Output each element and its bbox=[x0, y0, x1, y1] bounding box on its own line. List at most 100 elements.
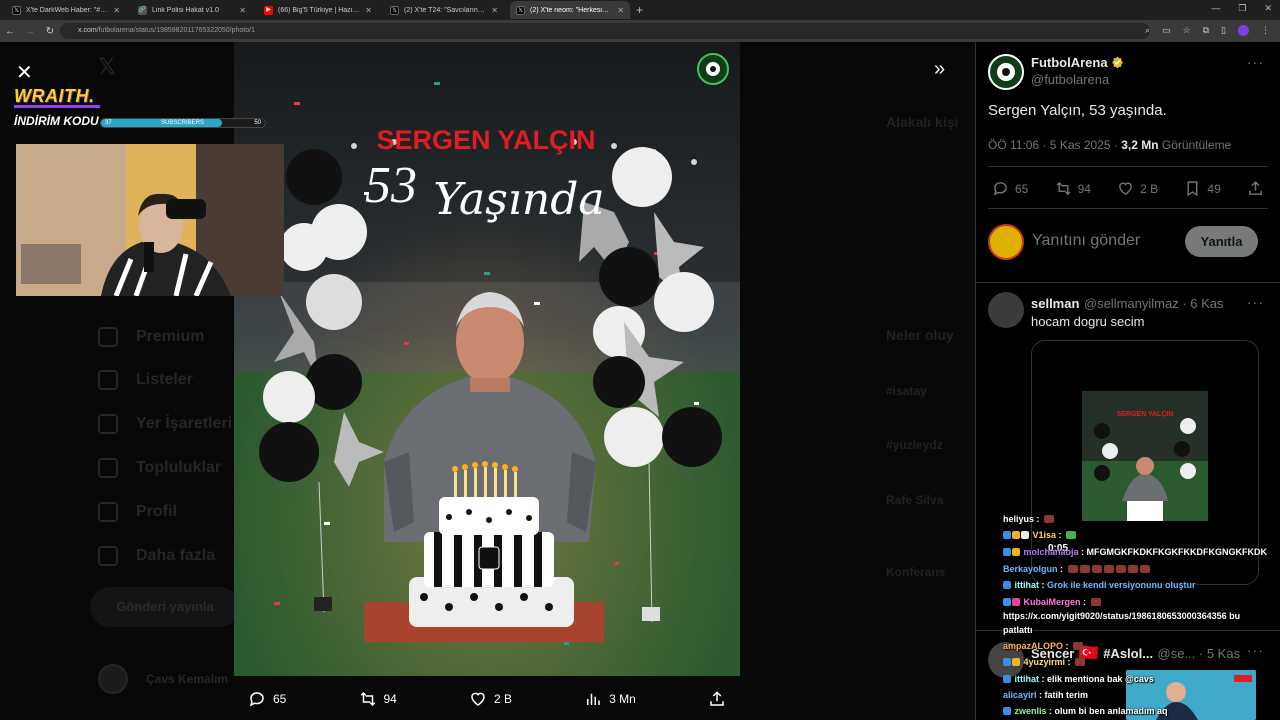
sidebar-item-more: Daha fazla bbox=[98, 546, 215, 566]
emote-icon bbox=[1075, 658, 1086, 666]
browser-tab-3[interactable]: 𝕏(2) X'te T24: "Savcıların gifresiyl✕ bbox=[384, 1, 504, 19]
communities-icon bbox=[98, 458, 118, 478]
share-icon bbox=[710, 691, 724, 706]
avatar[interactable] bbox=[988, 224, 1024, 260]
close-window-icon[interactable]: ✕ bbox=[1264, 3, 1272, 14]
share-icon bbox=[1249, 181, 1262, 195]
browser-tab-4[interactable]: 𝕏(2) X'te neom: "Herkesin aklına...✕ bbox=[510, 1, 630, 19]
views-count: 3,2 Mn bbox=[1121, 138, 1159, 152]
avatar[interactable] bbox=[988, 292, 1024, 328]
maximize-icon[interactable]: ❐ bbox=[1238, 3, 1246, 14]
ghost-trend: #isatay bbox=[886, 384, 927, 398]
badge-icon bbox=[1003, 548, 1011, 556]
views-action[interactable]: 3 Mn bbox=[584, 690, 636, 708]
views-chart-icon bbox=[587, 693, 600, 705]
close-tab-icon[interactable]: ✕ bbox=[365, 6, 372, 15]
sub-label: SUBSCRIBERS bbox=[161, 120, 205, 126]
x-logo-icon: 𝕏 bbox=[516, 5, 525, 15]
tweet-meta: ÖÖ 11:06 · 5 Kas 2025 · 3,2 Mn Görüntüle… bbox=[988, 138, 1232, 152]
heart-icon bbox=[1119, 182, 1133, 196]
badge-icon bbox=[1003, 531, 1011, 539]
close-media-icon[interactable]: ✕ bbox=[16, 60, 33, 85]
minimize-icon[interactable]: — bbox=[1211, 3, 1220, 14]
back-icon[interactable]: ← bbox=[0, 26, 20, 37]
browser-tab-1[interactable]: 🔗 Link Polisi Hakat v1.0 ✕ bbox=[132, 1, 252, 19]
chat-message: ampazALOPO : bbox=[1003, 641, 1084, 651]
bookmark-button[interactable]: 49 bbox=[1184, 180, 1221, 197]
x-logo-icon: 𝕏 bbox=[390, 5, 399, 15]
more-icon bbox=[98, 546, 118, 566]
bookmark-star-icon[interactable]: ☆ bbox=[1183, 25, 1191, 36]
brand-underline bbox=[14, 105, 100, 108]
divider bbox=[976, 282, 1280, 283]
badge-icon bbox=[1003, 581, 1011, 589]
more-options-icon[interactable]: ··· bbox=[1247, 642, 1264, 658]
repost-action[interactable]: 94 bbox=[359, 690, 397, 708]
browser-tab-bar: 𝕏X'te DarkWeb Haber: "#UefaMa✕ 🔗Link Pol… bbox=[0, 0, 1280, 20]
verified-badge-icon bbox=[1111, 56, 1123, 69]
menu-icon[interactable]: ⋮ bbox=[1261, 25, 1270, 36]
sub-current: 37 bbox=[105, 120, 112, 126]
author-name[interactable]: FutbolArena bbox=[1031, 55, 1108, 70]
ghost-heading: Alakalı kişi bbox=[886, 114, 959, 130]
sidebar-item-lists: Listeler bbox=[98, 370, 193, 390]
chat-message: molchanaoja : MFGMGKFKDKFKGKFKKDFKGNGKFK… bbox=[1003, 547, 1267, 557]
reply-text: hocam dogru secim bbox=[1031, 314, 1145, 329]
sidebar-icon[interactable]: ▯ bbox=[1221, 25, 1226, 36]
sidebar-item-communities: Topluluklar bbox=[98, 458, 221, 478]
extensions-icon[interactable]: ⧉ bbox=[1203, 25, 1209, 36]
chat-message: V1isa : bbox=[1003, 530, 1077, 540]
reply-action[interactable]: 65 bbox=[248, 690, 286, 708]
author-handle[interactable]: @futbolarena bbox=[1031, 72, 1124, 87]
reply-button[interactable]: 65 bbox=[992, 180, 1028, 197]
chat-message: 4yuzyirmi : bbox=[1003, 657, 1086, 667]
photo-script-text: Yaşında bbox=[433, 174, 604, 225]
badge-icon bbox=[1003, 658, 1011, 666]
like-action[interactable]: 2 B bbox=[469, 690, 512, 708]
zoom-icon[interactable]: ⌕ bbox=[1145, 25, 1150, 36]
avatar[interactable] bbox=[988, 54, 1024, 90]
close-tab-icon[interactable]: ✕ bbox=[617, 6, 624, 15]
close-tab-icon[interactable]: ✕ bbox=[113, 6, 120, 15]
like-button[interactable]: 2 B bbox=[1117, 180, 1158, 197]
close-tab-icon[interactable]: ✕ bbox=[491, 6, 498, 15]
reply-media-image: SERGEN YALÇIN bbox=[1082, 391, 1208, 521]
cast-icon[interactable]: ▭ bbox=[1162, 25, 1171, 36]
emote-icon bbox=[1091, 565, 1102, 573]
url-field[interactable]: x.com/futbolarena/status/198598201176532… bbox=[60, 23, 1150, 39]
profile-avatar-icon[interactable] bbox=[1238, 25, 1249, 36]
thumbnail-art: SERGEN YALÇIN bbox=[1082, 391, 1208, 521]
reply-input[interactable]: Yanıtını gönder bbox=[1032, 232, 1140, 250]
forward-icon[interactable]: → bbox=[20, 26, 40, 37]
collapse-panel-icon[interactable]: » bbox=[934, 58, 945, 81]
divider bbox=[988, 208, 1268, 209]
webcam-image bbox=[16, 144, 284, 296]
emote-icon bbox=[1127, 565, 1138, 573]
tweet-stats: 65 94 2 B 49 bbox=[992, 180, 1264, 197]
reply-submit-button[interactable]: Yanıtla bbox=[1185, 226, 1258, 257]
subscriber-goal-bar: 37 SUBSCRIBERS 50 bbox=[100, 118, 266, 128]
tweet-photo[interactable]: SERGEN YALÇIN 53 Yaşında bbox=[234, 42, 740, 676]
heart-icon bbox=[471, 692, 485, 706]
more-options-icon[interactable]: ··· bbox=[1247, 54, 1264, 70]
new-tab-icon[interactable]: + bbox=[636, 3, 643, 17]
window-controls: — ❐ ✕ bbox=[1211, 3, 1272, 14]
chat-message: ittihat : Grok ile kendi versiyonunu olu… bbox=[1003, 580, 1196, 590]
photo-action-bar: 65 94 2 B 3 Mn bbox=[234, 682, 740, 716]
browser-tab-0[interactable]: 𝕏X'te DarkWeb Haber: "#UefaMa✕ bbox=[6, 1, 126, 19]
reply-icon bbox=[249, 692, 264, 707]
emote-icon bbox=[1090, 598, 1101, 606]
reload-icon[interactable]: ↻ bbox=[40, 26, 60, 37]
repost-button[interactable]: 94 bbox=[1055, 180, 1091, 197]
tweet-text: Sergen Yalçın, 53 yaşında. bbox=[988, 102, 1167, 119]
share-button[interactable] bbox=[1247, 180, 1264, 197]
more-options-icon[interactable]: ··· bbox=[1247, 294, 1264, 310]
close-tab-icon[interactable]: ✕ bbox=[239, 6, 246, 15]
browser-tab-2[interactable]: ▶(66) Big'5 Türkiye | Hazırlık Sezo✕ bbox=[258, 1, 378, 19]
emote-icon bbox=[1067, 565, 1078, 573]
x-logo-icon: 𝕏 bbox=[98, 54, 116, 79]
repost-icon bbox=[1056, 181, 1070, 196]
share-action[interactable] bbox=[708, 690, 726, 708]
ghost-trend: #yüzleydz bbox=[886, 438, 943, 452]
badge-icon bbox=[1021, 531, 1029, 539]
